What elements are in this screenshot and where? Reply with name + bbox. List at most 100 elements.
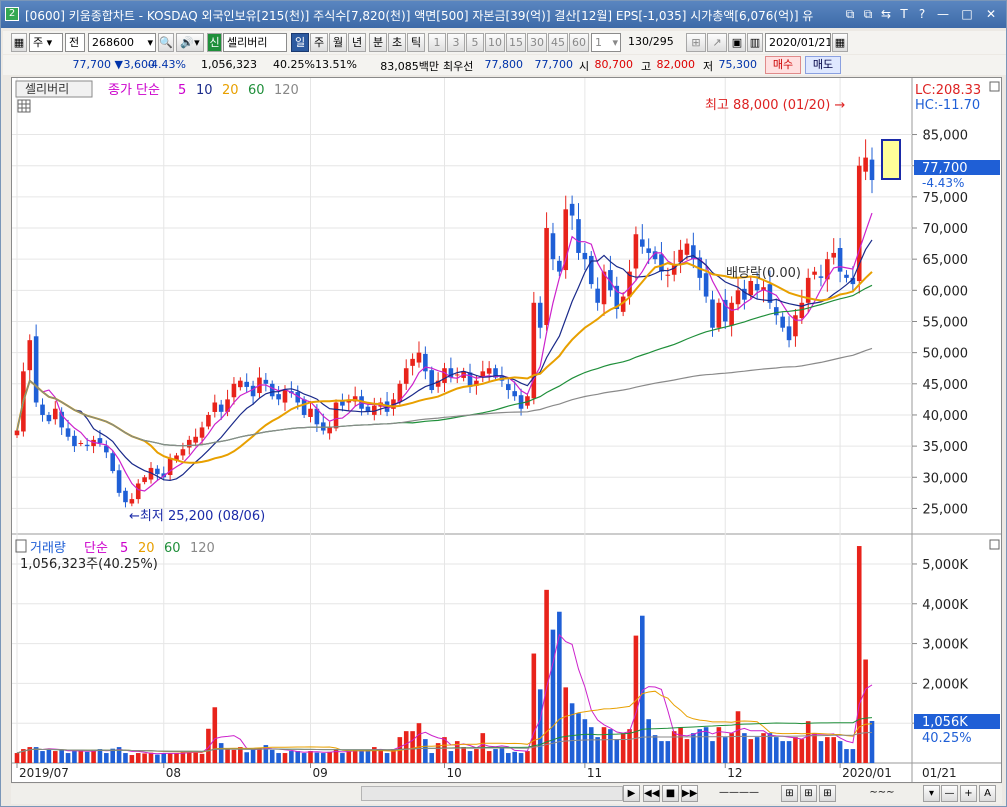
mode-select[interactable]: 주 ▾ <box>29 33 63 52</box>
price-tick-label: 45,000 <box>923 378 969 393</box>
volume-title: 거래량 <box>30 541 66 556</box>
candle-body <box>735 290 741 305</box>
volume-bar <box>773 737 779 763</box>
volume-bar <box>289 751 294 763</box>
scroll-icon[interactable]: ▥ <box>747 33 763 52</box>
volume-tick-label: 5,000K <box>922 558 968 573</box>
candle-body <box>518 395 524 409</box>
ma-title: 종가 단순 <box>108 83 160 98</box>
zoom-out-icon[interactable]: — <box>941 785 958 802</box>
search-icon[interactable]: 🔍 <box>158 33 174 52</box>
zoom-menu-icon[interactable]: ▾ <box>923 785 940 802</box>
time-tick-label: 2020/01 <box>842 766 892 780</box>
zoom-in-icon[interactable]: + <box>960 785 977 802</box>
scroll-track[interactable] <box>361 786 623 801</box>
volume-bar <box>512 751 517 763</box>
interval-60[interactable]: 60 <box>569 33 589 52</box>
dividend-note: 배당락(0.00) <box>726 266 801 281</box>
buy-button[interactable]: 매수 <box>765 56 801 74</box>
interval-45[interactable]: 45 <box>548 33 568 52</box>
scroll-right-icon[interactable]: ▶ <box>623 785 640 802</box>
text-icon[interactable]: T <box>896 5 912 23</box>
period-minute[interactable]: 분 <box>369 33 387 52</box>
period-day[interactable]: 일 <box>291 33 309 52</box>
volume-bar <box>123 753 128 763</box>
volume-bar <box>161 753 167 763</box>
interval-10[interactable]: 10 <box>485 33 505 52</box>
price-tick-label: 35,000 <box>923 440 969 455</box>
volume-bar <box>754 737 760 763</box>
volume-ratio: 40.25% <box>273 58 315 71</box>
date-input[interactable]: 2020/01/21 <box>765 33 831 52</box>
candle-body <box>33 336 39 403</box>
volume-bar <box>614 739 620 763</box>
grid-toggle-icon <box>17 99 31 113</box>
calendar-icon[interactable]: ▦ <box>832 33 848 52</box>
price-panel-corner-icon <box>989 81 1000 92</box>
stock-name-field[interactable]: 셀리버리 <box>223 33 287 52</box>
period-second[interactable]: 초 <box>388 33 406 52</box>
interval-1[interactable]: 1 <box>428 33 446 52</box>
volume-bar <box>691 733 696 763</box>
compare-icon[interactable]: ⊞ <box>686 33 706 52</box>
interval-15[interactable]: 15 <box>506 33 526 52</box>
volume-bar <box>72 751 77 763</box>
pattern-icons[interactable]: ∼∼∼ <box>847 785 917 802</box>
link-window-icon[interactable]: ⧉ <box>842 5 858 23</box>
candle-body <box>206 414 211 427</box>
period-year[interactable]: 년 <box>348 33 366 52</box>
interval-3[interactable]: 3 <box>447 33 465 52</box>
volume-bar <box>225 749 230 763</box>
zoom-slider[interactable]: ———— <box>704 785 774 802</box>
sin-badge[interactable]: 신 <box>207 33 222 52</box>
first-icon[interactable]: ◀◀ <box>643 785 660 802</box>
high-price: 82,000 <box>656 58 696 71</box>
vma20-label: 20 <box>138 541 155 556</box>
drawing-icon[interactable]: ⊞ <box>781 785 798 802</box>
chart-svg[interactable]: 25,00030,00035,00040,00045,00050,00055,0… <box>12 78 1001 782</box>
save-icon[interactable]: ▣ <box>728 33 746 52</box>
count-input[interactable]: 1 ▾ <box>591 33 621 52</box>
volume-bar <box>416 723 422 763</box>
speaker-icon[interactable]: 🔊▾ <box>176 33 204 52</box>
auto-fit-icon[interactable]: A <box>979 785 996 802</box>
volume-bar <box>742 733 747 763</box>
volume-bar <box>780 741 785 763</box>
sell-button[interactable]: 매도 <box>805 56 841 74</box>
volume-bar <box>671 731 677 763</box>
help-icon[interactable]: ? <box>914 5 930 23</box>
volume-bar <box>563 687 569 763</box>
volume-bar <box>84 751 90 763</box>
volume-bar <box>697 729 703 763</box>
candle-body <box>703 273 709 297</box>
volume-bar <box>761 733 766 763</box>
close-button[interactable]: ✕ <box>980 5 1002 23</box>
chart-area[interactable]: 25,000 30,000 35,000 40,000 45,000 50,000 55,0… <box>11 77 1002 783</box>
maximize-button[interactable]: □ <box>956 5 978 23</box>
stop-icon[interactable]: ■ <box>662 785 679 802</box>
minimize-button[interactable]: — <box>932 5 954 23</box>
volume-bar <box>665 741 671 763</box>
candle-body <box>710 299 715 328</box>
candle-body <box>416 352 422 363</box>
period-week[interactable]: 주 <box>310 33 328 52</box>
drawing3-icon[interactable]: ⊞ <box>819 785 836 802</box>
main-toolbar: ▦ 주 ▾ 전 268600 ▾ 🔍 🔊▾ 신 셀리버리 일 주 월 년 분 초 … <box>3 31 1006 54</box>
period-tick[interactable]: 틱 <box>407 33 425 52</box>
candle-body <box>301 399 307 415</box>
candle-body <box>582 252 588 260</box>
sync-icon[interactable]: ⇆ <box>878 5 894 23</box>
interval-5[interactable]: 5 <box>466 33 484 52</box>
drawing2-icon[interactable]: ⊞ <box>800 785 817 802</box>
time-tick-label: 08 <box>166 766 181 780</box>
period-month[interactable]: 월 <box>329 33 347 52</box>
copy-window-icon[interactable]: ⧉ <box>860 5 876 23</box>
last-icon[interactable]: ▶▶ <box>681 785 698 802</box>
menu-grid-icon[interactable]: ▦ <box>11 33 27 52</box>
trend-icon[interactable]: ↗ <box>707 33 727 52</box>
volume-bar <box>856 546 862 763</box>
stock-code-input[interactable]: 268600 ▾ <box>88 33 156 52</box>
volume-bar <box>748 739 754 763</box>
interval-30[interactable]: 30 <box>527 33 547 52</box>
mode2-select[interactable]: 전 <box>65 33 85 52</box>
